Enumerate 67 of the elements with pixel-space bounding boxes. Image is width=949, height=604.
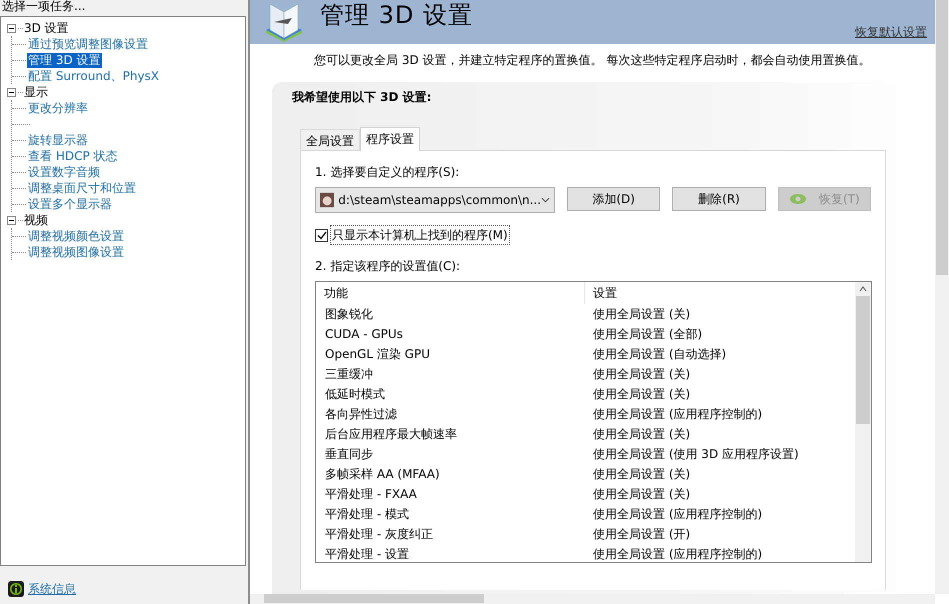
tree-item[interactable]: 更改分辨率 xyxy=(27,100,89,116)
info-icon xyxy=(8,581,24,597)
tab[interactable]: 全局设置 xyxy=(300,129,360,150)
table-cell-text: 使用全局设置 (应用程序控制的) xyxy=(592,546,762,564)
panel-heading: 我希望使用以下 3D 设置: xyxy=(292,90,432,104)
tree-category[interactable]: 显示 xyxy=(24,83,48,101)
tree-item[interactable]: 管理 3D 设置 xyxy=(27,52,102,68)
table-cell-text: 使用全局设置 (应用程序控制的) xyxy=(592,406,762,424)
tree-item[interactable]: 调整视频图像设置 xyxy=(27,244,125,260)
checkbox[interactable] xyxy=(315,228,328,242)
step-label: 2. 指定该程序的设置值(C): xyxy=(315,258,462,276)
table-cell-text: 多帧采样 AA (MFAA) xyxy=(324,466,441,484)
table-cell-text: 使用全局设置 (关) xyxy=(592,426,690,444)
column-header[interactable]: 设置 xyxy=(585,284,617,302)
table-cell-text: 使用全局设置 (使用 3D 应用程序设置) xyxy=(592,446,799,464)
table-cell-text: 三重缓冲 xyxy=(324,366,374,384)
table-cell-text: 使用全局设置 (自动选择) xyxy=(592,346,726,364)
tree-item[interactable]: 配置 Surround、PhysX xyxy=(27,68,160,84)
table-cell-text: 使用全局设置 (关) xyxy=(592,366,690,384)
table-cell-text: 平滑处理 - 灰度纠正 xyxy=(324,526,434,544)
step-label: 1. 选择要自定义的程序(S): xyxy=(315,164,460,182)
collapse-toggle[interactable] xyxy=(7,88,16,96)
table-cell-text: 各向异性过滤 xyxy=(324,406,398,424)
table-cell-text: 平滑处理 - 模式 xyxy=(324,506,410,524)
table-cell-text: 低延时模式 xyxy=(324,386,386,404)
table-cell-text: 使用全局设置 (关) xyxy=(592,466,690,484)
system-info-link[interactable]: 系统信息 xyxy=(28,580,76,598)
restore-defaults-link[interactable]: 恢复默认设置 xyxy=(855,23,927,41)
tree-item[interactable]: 旋转显示器 xyxy=(27,132,89,148)
tree-item[interactable]: 设置多个显示器 xyxy=(27,196,113,212)
tree-item[interactable]: 调整视频颜色设置 xyxy=(27,228,125,244)
caret-icon xyxy=(541,197,550,204)
tree-category[interactable]: 视频 xyxy=(24,211,48,229)
column-header[interactable]: 功能 xyxy=(316,282,585,304)
program-dropdown[interactable]: d:\steam\steamapps\common\n... xyxy=(315,187,555,214)
tree-category[interactable]: 3D 设置 xyxy=(24,19,69,37)
tab[interactable]: 程序设置 xyxy=(360,127,420,152)
tree-item[interactable]: 通过预览调整图像设置 xyxy=(27,36,149,52)
action-button[interactable]: 删除(R) xyxy=(672,187,766,212)
table-cell-text: 使用全局设置 (关) xyxy=(592,486,690,504)
table-cell-text: 使用全局设置 (应用程序控制的) xyxy=(592,506,762,524)
list-scrollbar[interactable] xyxy=(855,282,871,562)
table-cell-text: 平滑处理 - FXAA xyxy=(324,486,418,504)
action-button[interactable]: 添加(D) xyxy=(567,187,660,212)
table-cell-text: 后台应用程序最大帧速率 xyxy=(324,426,458,444)
table-cell-text: OpenGL 渲染 GPU xyxy=(324,346,431,364)
description-text: 您可以更改全局 3D 设置，并建立特定程序的置换值。 每次这些特定程序启动时，都会自动使用置换值。 xyxy=(313,52,872,69)
collapse-toggle[interactable] xyxy=(7,216,16,224)
table-cell-text: 使用全局设置 (全部) xyxy=(592,326,702,344)
tree-item[interactable]: 设置数字音频 xyxy=(27,164,101,180)
table-cell-text: 垂直同步 xyxy=(324,446,374,464)
eye-logo-icon xyxy=(788,193,807,206)
table-cell-text: 使用全局设置 (开) xyxy=(592,526,690,544)
pane-title: 选择一项任务... xyxy=(1,0,86,15)
table-cell-text: 使用全局设置 (关) xyxy=(592,386,690,404)
page-scrollbar[interactable] xyxy=(935,0,949,594)
collapse-toggle[interactable] xyxy=(7,24,16,32)
checkbox-label: 只显示本计算机上找到的程序(M) xyxy=(330,225,510,246)
table-cell-text: 平滑处理 - 设置 xyxy=(324,546,410,564)
page-title: 管理 3D 设置 xyxy=(320,0,474,30)
tree-item[interactable]: 调整桌面尺寸和位置 xyxy=(27,180,137,196)
table-cell-text: 图象锐化 xyxy=(324,306,374,324)
horizontal-scrollbar[interactable] xyxy=(250,594,935,604)
tree-item[interactable]: 查看 HDCP 状态 xyxy=(27,148,119,164)
avatar-icon xyxy=(320,192,334,208)
table-cell-text: 使用全局设置 (关) xyxy=(592,306,690,324)
table-cell-text: CUDA - GPUs xyxy=(324,326,404,344)
